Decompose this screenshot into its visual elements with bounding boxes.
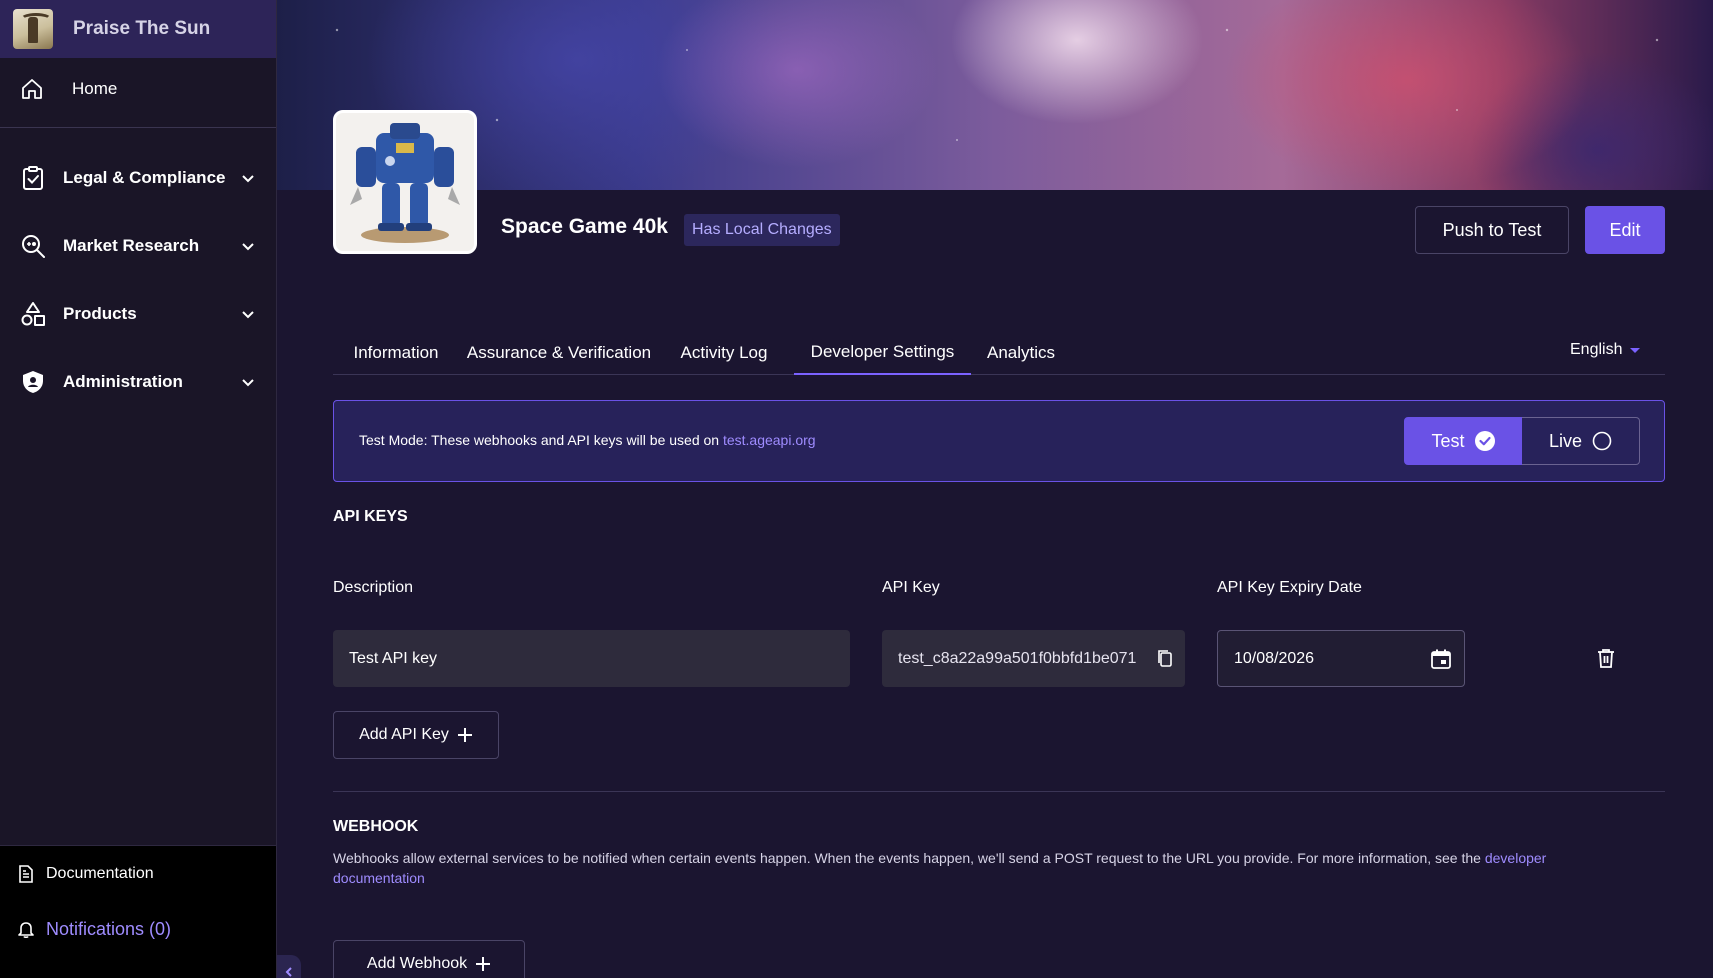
- sidebar-item-label: Legal & Compliance: [63, 168, 226, 187]
- documentation-link[interactable]: Documentation: [0, 860, 276, 888]
- chevron-down-icon: [242, 311, 254, 319]
- api-key-expiry-value: 10/08/2026: [1234, 649, 1315, 667]
- tab-activity-log[interactable]: Activity Log: [659, 330, 789, 375]
- api-key-expiry-date-field[interactable]: 10/08/2026: [1217, 630, 1465, 687]
- sidebar-item-products[interactable]: Products: [0, 280, 276, 348]
- webhook-description-text: Webhooks allow external services to be n…: [333, 850, 1485, 866]
- delete-api-key-icon[interactable]: [1595, 647, 1617, 669]
- push-to-test-button[interactable]: Push to Test: [1415, 206, 1569, 254]
- expiry-column-label: API Key Expiry Date: [1217, 579, 1362, 596]
- check-circle-icon: [1474, 431, 1495, 451]
- notifications-label: Notifications (0): [46, 918, 172, 939]
- chevron-down-icon: [242, 379, 254, 387]
- add-api-key-label: Add API Key: [359, 726, 449, 743]
- tab-assurance-verification[interactable]: Assurance & Verification: [459, 330, 659, 375]
- caret-down-icon: [1630, 347, 1641, 353]
- chevron-down-icon: [242, 175, 254, 183]
- webhook-description: Webhooks allow external services to be n…: [333, 848, 1623, 888]
- api-key-description-field[interactable]: Test API key: [333, 630, 850, 687]
- gamepad-search-icon: [22, 235, 45, 258]
- chevron-left-icon: [285, 967, 292, 977]
- webhook-heading: WEBHOOK: [333, 818, 419, 835]
- notifications-link[interactable]: Notifications (0): [0, 914, 276, 944]
- plus-icon: [476, 957, 491, 971]
- description-column-label: Description: [333, 579, 414, 596]
- shapes-icon: [21, 302, 45, 326]
- section-divider: [333, 791, 1665, 792]
- sidebar-item-legal-compliance[interactable]: Legal & Compliance: [0, 144, 276, 212]
- copy-icon[interactable]: [1155, 648, 1175, 668]
- add-webhook-button[interactable]: Add Webhook: [333, 940, 525, 978]
- home-icon: [22, 79, 42, 99]
- add-webhook-label: Add Webhook: [366, 955, 468, 972]
- test-mode-message: Test Mode: These webhooks and API keys w…: [359, 432, 816, 448]
- test-mode-url-link[interactable]: test.ageapi.org: [723, 432, 816, 448]
- shield-icon: [23, 371, 43, 393]
- api-keys-heading: API KEYS: [333, 508, 408, 525]
- language-value: English: [1570, 341, 1623, 358]
- tab-analytics[interactable]: Analytics: [971, 330, 1071, 375]
- sidebar-item-home[interactable]: Home: [0, 68, 276, 110]
- sidebar-item-label: Home: [72, 79, 118, 98]
- mode-toggle-test[interactable]: Test: [1404, 417, 1522, 465]
- calendar-icon[interactable]: [1430, 648, 1452, 670]
- chevron-down-icon: [242, 243, 254, 251]
- mode-toggle-live[interactable]: Live: [1522, 417, 1640, 465]
- mode-toggle-test-label: Test: [1431, 430, 1465, 451]
- tab-bar: Information Assurance & Verification Act…: [333, 330, 1665, 375]
- bell-icon: [18, 922, 34, 939]
- sidebar-item-label: Market Research: [63, 236, 200, 255]
- mode-toggle-live-label: Live: [1548, 430, 1583, 451]
- tab-developer-settings[interactable]: Developer Settings: [794, 330, 971, 375]
- plus-icon: [457, 728, 472, 742]
- game-cover-image: [333, 110, 477, 254]
- sidebar-item-market-research[interactable]: Market Research: [0, 212, 276, 280]
- document-icon: [19, 865, 33, 883]
- tab-information[interactable]: Information: [333, 330, 459, 375]
- cover-banner: [277, 0, 1713, 190]
- local-changes-badge: Has Local Changes: [684, 214, 840, 246]
- brand-header[interactable]: Praise The Sun: [0, 0, 276, 58]
- circle-outline-icon: [1592, 431, 1612, 451]
- language-select[interactable]: English: [1570, 340, 1641, 360]
- sidebar-footer: Documentation Notifications (0): [0, 845, 276, 978]
- api-key-value-field[interactable]: test_c8a22a99a501f0bbfd1be071: [882, 630, 1185, 687]
- sidebar-collapse-toggle[interactable]: [277, 955, 301, 978]
- sidebar-item-label: Products: [63, 304, 137, 323]
- page-title: Space Game 40k: [501, 215, 668, 238]
- test-mode-text: Test Mode: These webhooks and API keys w…: [359, 432, 723, 448]
- robot-miniature-image: [350, 123, 460, 243]
- documentation-label: Documentation: [46, 865, 154, 882]
- api-key-column-label: API Key: [882, 579, 940, 596]
- sidebar: Praise The Sun Home Legal & Compliance M…: [0, 0, 277, 978]
- clipboard-check-icon: [23, 166, 43, 190]
- sidebar-item-administration[interactable]: Administration: [0, 348, 276, 416]
- add-api-key-button[interactable]: Add API Key: [333, 711, 499, 759]
- edit-button[interactable]: Edit: [1585, 206, 1665, 254]
- brand-name: Praise The Sun: [73, 18, 211, 39]
- api-key-value: test_c8a22a99a501f0bbfd1be071: [898, 649, 1137, 667]
- sidebar-item-label: Administration: [63, 372, 183, 391]
- divider: [0, 127, 276, 128]
- brand-logo: [13, 9, 53, 49]
